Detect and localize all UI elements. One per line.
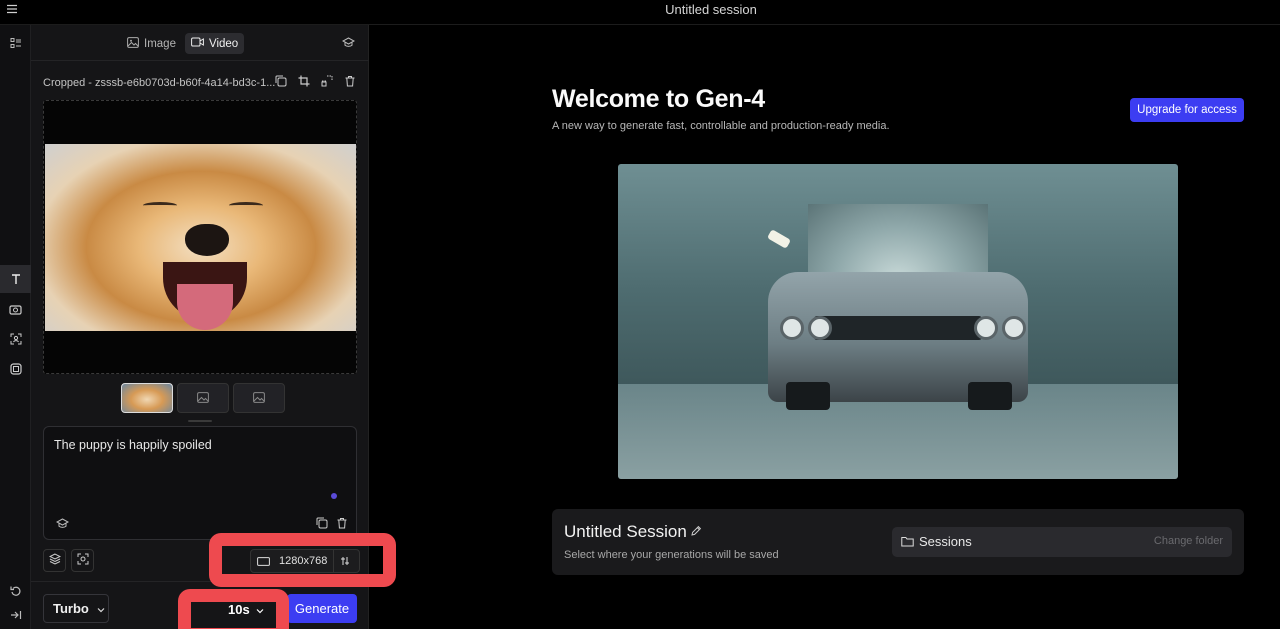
puppy-image — [45, 144, 356, 331]
model-dropdown[interactable]: Turbo — [43, 594, 109, 623]
tab-video-label: Video — [209, 37, 239, 50]
crop-icon[interactable] — [298, 75, 310, 87]
edit-pencil-icon[interactable] — [690, 525, 702, 540]
add-image-icon — [197, 391, 209, 406]
model-label: Turbo — [53, 601, 89, 616]
mode-tabs: Image Video — [31, 25, 369, 61]
file-toolbar — [275, 75, 356, 87]
sessions-folder-picker[interactable]: Sessions Change folder — [892, 527, 1232, 557]
learn-cap-icon[interactable] — [341, 36, 356, 51]
image-slots — [121, 383, 285, 413]
folder-icon — [901, 535, 914, 550]
generate-button[interactable]: Generate — [287, 594, 357, 623]
tab-image-label: Image — [144, 37, 176, 50]
expand-frame-icon[interactable] — [321, 75, 333, 87]
clear-prompt-icon[interactable] — [336, 517, 348, 529]
top-bar: Untitled session — [0, 0, 1280, 25]
collapse-panel-icon[interactable] — [0, 601, 31, 629]
tool-rail — [0, 25, 31, 629]
image-slot-3[interactable] — [233, 383, 285, 413]
video-camera-icon — [191, 37, 204, 50]
tab-video[interactable]: Video — [185, 33, 245, 54]
presets-button[interactable] — [43, 549, 66, 572]
tab-image[interactable]: Image — [121, 33, 182, 54]
welcome-subtitle: A new way to generate fast, controllable… — [552, 120, 890, 132]
layout-list-icon[interactable] — [0, 29, 31, 57]
input-image-preview[interactable] — [43, 100, 357, 374]
prompt-box[interactable]: The puppy is happily spoiled — [43, 426, 357, 540]
change-folder-link[interactable]: Change folder — [1154, 535, 1223, 547]
image-slot-2[interactable] — [177, 383, 229, 413]
welcome-title: Welcome to Gen-4 — [552, 85, 765, 113]
text-tool-icon[interactable] — [0, 265, 31, 293]
duplicate-icon[interactable] — [275, 75, 287, 87]
add-image-icon — [253, 391, 265, 406]
showcase-video[interactable] — [618, 164, 1178, 479]
session-hint: Select where your generations will be sa… — [564, 549, 779, 561]
copy-prompt-icon[interactable] — [316, 517, 328, 529]
prompt-input[interactable]: The puppy is happily spoiled — [54, 438, 212, 452]
character-scan-icon[interactable] — [0, 325, 31, 353]
resize-handle[interactable] — [188, 420, 212, 422]
focus-icon — [77, 553, 89, 568]
camera-control-button[interactable] — [71, 549, 94, 572]
camera-icon[interactable] — [0, 295, 31, 323]
session-title: Untitled Session — [564, 522, 687, 541]
image-slot-1[interactable] — [121, 383, 173, 413]
window-title: Untitled session — [665, 2, 757, 17]
folder-label: Sessions — [919, 534, 972, 549]
frames-icon[interactable] — [0, 355, 31, 383]
session-card: Untitled Session Select where your gener… — [552, 509, 1244, 575]
image-icon — [127, 36, 139, 51]
layers-icon — [48, 553, 61, 568]
highlight-resolution — [209, 533, 396, 587]
chevron-down-icon — [97, 601, 105, 616]
highlight-duration — [178, 589, 289, 629]
trash-icon[interactable] — [344, 75, 356, 87]
status-dot — [331, 493, 337, 499]
file-name: Cropped - zsssb-e6b0703d-b60f-4a14-bd3c-… — [43, 77, 276, 89]
upgrade-button[interactable]: Upgrade for access — [1130, 98, 1244, 122]
prompt-guide-icon[interactable] — [55, 517, 70, 532]
